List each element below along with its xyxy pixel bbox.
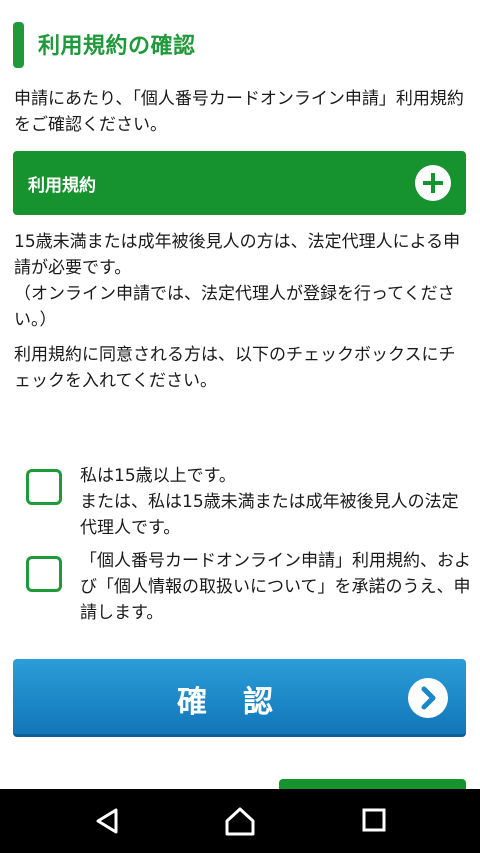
recents-icon[interactable] bbox=[361, 807, 387, 837]
system-navigation-bar bbox=[0, 789, 480, 853]
intro-text: 申請にあたり、「個人番号カードオンライン申請」利用規約をご確認ください。 bbox=[14, 89, 464, 135]
age-confirm-checkbox[interactable] bbox=[26, 469, 62, 505]
legal-notice-line-2: （オンライン申請では、法定代理人が登録を行ってください。） bbox=[14, 284, 455, 330]
terms-accordion-header[interactable]: 利用規約 bbox=[13, 151, 466, 215]
legal-notice: 15歳未満または成年被後見人の方は、法定代理人による申請が必要です。 （オンライ… bbox=[14, 229, 468, 333]
chevron-right-icon bbox=[408, 678, 448, 718]
home-icon[interactable] bbox=[225, 807, 255, 841]
page-title: 利用規約の確認 bbox=[38, 34, 196, 59]
plus-icon[interactable] bbox=[415, 165, 451, 201]
title-accent-bar bbox=[13, 22, 24, 68]
terms-agree-label[interactable]: 「個人番号カードオンライン申請」利用規約、および「個人情報の取扱いについて」を承… bbox=[80, 548, 472, 626]
terms-accordion-label: 利用規約 bbox=[28, 176, 96, 196]
confirm-button-label: 確認 bbox=[177, 685, 309, 720]
legal-notice-line-1: 15歳未満または成年被後見人の方は、法定代理人による申請が必要です。 bbox=[14, 232, 461, 278]
checkbox-instruction: 利用規約に同意される方は、以下のチェックボックスにチェックを入れてください。 bbox=[14, 345, 456, 391]
back-icon[interactable] bbox=[94, 807, 122, 839]
terms-agree-checkbox[interactable] bbox=[26, 556, 62, 592]
age-confirm-label[interactable]: 私は15歳以上です。 または、私は15歳未満または成年被後見人の法定代理人です。 bbox=[80, 463, 472, 541]
confirm-button[interactable]: 確認 bbox=[13, 659, 466, 737]
